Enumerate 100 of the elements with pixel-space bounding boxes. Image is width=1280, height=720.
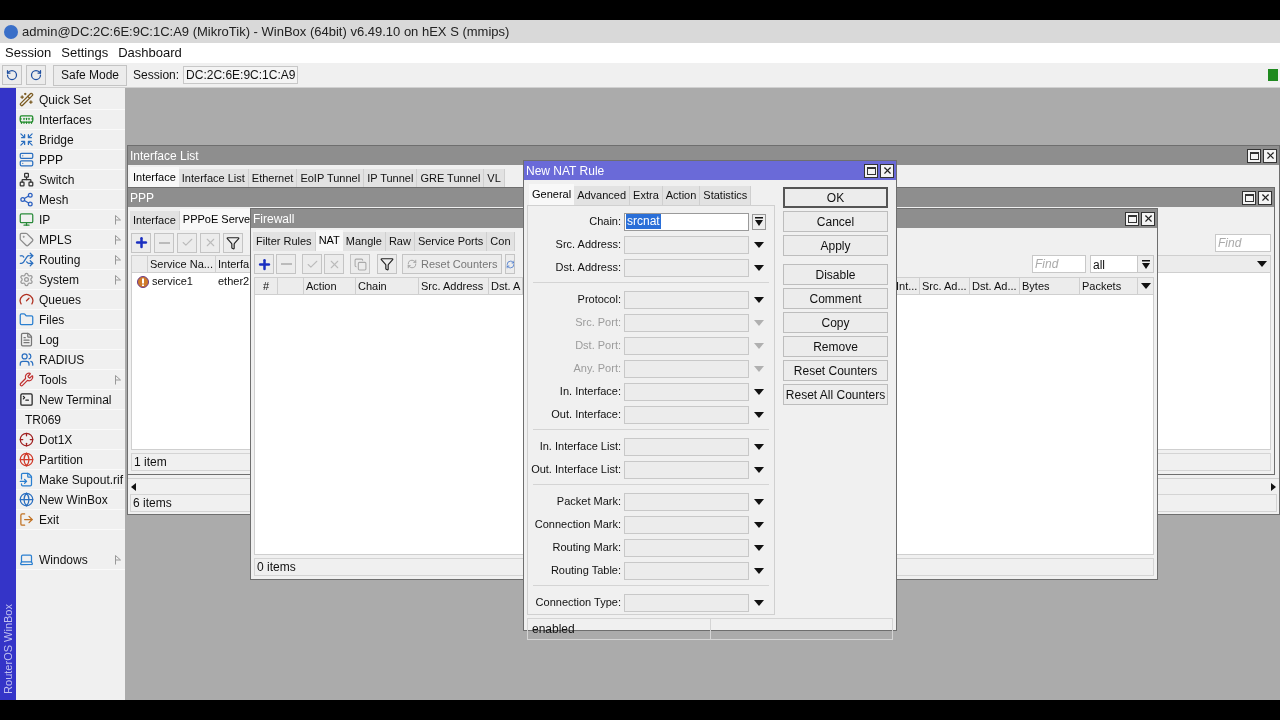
close-button[interactable] — [1263, 148, 1277, 163]
dropdown-field[interactable] — [624, 290, 749, 309]
dialog-button[interactable]: Reset Counters — [783, 360, 888, 381]
filter-select[interactable]: all — [1090, 255, 1154, 273]
sidebar-item[interactable]: Partition — [16, 450, 125, 470]
dropdown-field[interactable] — [624, 336, 749, 355]
dialog-button[interactable]: OK — [783, 187, 888, 208]
dropdown-field[interactable] — [624, 515, 749, 534]
dropdown-field[interactable] — [624, 561, 749, 580]
tab[interactable]: Extra — [630, 186, 663, 205]
add-button[interactable] — [131, 232, 151, 253]
maximize-button[interactable] — [1247, 148, 1261, 163]
dropdown-arrow-icon[interactable] — [754, 388, 764, 395]
sidebar-item[interactable]: New WinBox — [16, 490, 125, 510]
close-button[interactable] — [1141, 211, 1155, 226]
column-header[interactable]: Chain — [356, 278, 419, 294]
column-header[interactable]: Src. Ad... — [919, 278, 969, 294]
tab[interactable]: VL — [484, 169, 505, 188]
find-field[interactable]: Find — [1215, 233, 1271, 252]
maximize-button[interactable] — [864, 163, 878, 178]
sidebar-item[interactable]: New Terminal — [16, 390, 125, 410]
tab[interactable]: Filter Rules — [253, 232, 316, 251]
dropdown-arrow-icon[interactable] — [754, 241, 764, 248]
dropdown-arrow-icon[interactable] — [754, 264, 764, 271]
dropdown-field[interactable] — [624, 313, 749, 332]
filter-button[interactable] — [377, 254, 397, 274]
tab[interactable]: NAT — [315, 230, 343, 251]
session-field[interactable]: DC:2C:6E:9C:1C:A9 — [183, 66, 299, 84]
tab[interactable]: General — [529, 184, 575, 205]
dropdown-arrow-icon[interactable] — [754, 599, 764, 606]
column-header[interactable]: Service Na... — [148, 256, 216, 272]
column-header[interactable]: Action — [304, 278, 356, 294]
column-menu-icon[interactable] — [1257, 261, 1267, 267]
scroll-right-icon[interactable] — [1268, 482, 1276, 491]
undo-button[interactable] — [2, 65, 22, 85]
column-header[interactable]: Dst. Ad... — [969, 278, 1019, 294]
dialog-button[interactable]: Reset All Counters — [783, 384, 888, 405]
dropdown-arrow-icon[interactable] — [754, 296, 764, 303]
maximize-button[interactable] — [1242, 190, 1256, 205]
column-header[interactable]: Interfa — [216, 256, 252, 272]
filter-button[interactable] — [223, 232, 243, 253]
dropdown-field[interactable]: srcnat — [624, 212, 749, 231]
column-header[interactable]: Packets — [1079, 278, 1137, 294]
sidebar-item[interactable]: IP — [16, 210, 125, 230]
sidebar-item[interactable]: Windows — [16, 550, 125, 570]
tab[interactable]: Advanced — [574, 186, 631, 205]
crosshair-icon — [19, 432, 34, 447]
redo-button[interactable] — [26, 65, 46, 85]
scroll-left-icon[interactable] — [131, 482, 139, 491]
dialog-button[interactable]: Copy — [783, 312, 888, 333]
dialog-button[interactable]: Apply — [783, 235, 888, 256]
dropdown-field[interactable] — [624, 538, 749, 557]
add-button[interactable] — [254, 254, 274, 274]
dropdown-field[interactable] — [624, 405, 749, 424]
dropdown-arrow-icon[interactable] — [754, 411, 764, 418]
dropdown-field[interactable] — [624, 492, 749, 511]
dropdown-field[interactable] — [624, 359, 749, 378]
close-button[interactable] — [1258, 190, 1272, 205]
status-text: 0 items — [257, 559, 296, 576]
column-header[interactable]: Src. Address — [419, 278, 489, 294]
maximize-button[interactable] — [1125, 211, 1139, 226]
dropdown-arrow-icon[interactable] — [754, 544, 764, 551]
tab[interactable]: Statistics — [700, 186, 752, 205]
dropdown-field[interactable] — [624, 258, 749, 277]
dropdown-field[interactable] — [624, 235, 749, 254]
sidebar-item[interactable]: Tools — [16, 370, 125, 390]
dialog-button[interactable]: Cancel — [783, 211, 888, 232]
dropdown-arrow-icon[interactable] — [754, 521, 764, 528]
tab[interactable]: Mangle — [342, 232, 386, 251]
dropdown-button[interactable] — [752, 213, 766, 230]
reset-counters-button[interactable]: Reset Counters — [402, 254, 503, 274]
column-header[interactable]: # — [255, 278, 278, 294]
tab[interactable]: Service Ports — [414, 232, 488, 251]
menu-item[interactable]: Settings — [61, 43, 109, 63]
tab[interactable]: Interface — [130, 167, 179, 188]
close-button[interactable] — [880, 163, 894, 178]
menu-item[interactable]: Dashboard — [118, 43, 182, 63]
dropdown-field[interactable] — [624, 382, 749, 401]
dropdown-field[interactable] — [624, 437, 749, 456]
dialog-button[interactable]: Disable — [783, 264, 888, 285]
sidebar-item[interactable]: System — [16, 270, 125, 290]
menu-item[interactable]: Session — [5, 43, 52, 63]
tab[interactable]: Action — [662, 186, 701, 205]
tab[interactable]: Con — [487, 232, 515, 251]
tab[interactable]: Raw — [385, 232, 415, 251]
tab[interactable]: Interface — [130, 211, 180, 230]
submenu-arrow-icon — [115, 275, 121, 285]
dropdown-arrow-icon[interactable] — [754, 498, 764, 505]
dropdown-arrow-icon[interactable] — [754, 443, 764, 450]
safe-mode-button[interactable]: Safe Mode — [53, 64, 128, 86]
dropdown-field[interactable] — [624, 593, 749, 612]
dialog-button[interactable]: Comment — [783, 288, 888, 309]
column-menu-icon[interactable] — [1140, 283, 1151, 289]
dropdown-field[interactable] — [624, 460, 749, 479]
column-header[interactable]: Bytes — [1019, 278, 1079, 294]
dialog-button[interactable]: Remove — [783, 336, 888, 357]
find-field[interactable]: Find — [1032, 255, 1086, 273]
dropdown-arrow-icon[interactable] — [754, 466, 764, 473]
reset-all-button[interactable] — [505, 254, 516, 274]
dropdown-arrow-icon[interactable] — [754, 567, 764, 574]
